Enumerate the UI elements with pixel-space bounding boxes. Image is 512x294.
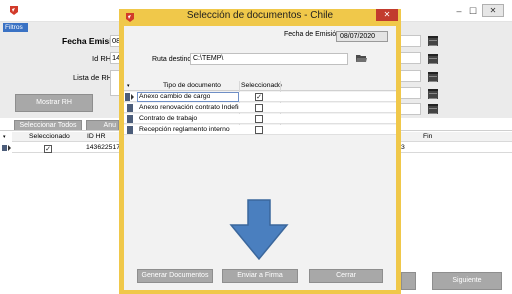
doc-header-seleccionado[interactable]: Seleccionado bbox=[241, 81, 282, 91]
calendar-icon[interactable] bbox=[428, 36, 438, 46]
right-field-5[interactable] bbox=[399, 103, 421, 115]
mostrar-rh-button[interactable]: Mostrar RH bbox=[15, 94, 93, 112]
doc-row-checkbox[interactable] bbox=[255, 126, 263, 134]
siguiente-button[interactable]: Siguiente bbox=[432, 272, 502, 290]
calendar-icon[interactable] bbox=[428, 72, 438, 82]
maximize-button[interactable]: ☐ bbox=[466, 6, 480, 16]
document-icon bbox=[127, 104, 133, 112]
partially-hidden-button[interactable] bbox=[401, 272, 416, 290]
sort-icon: ▾ bbox=[3, 134, 6, 140]
document-icon bbox=[127, 115, 133, 123]
right-field-4[interactable] bbox=[399, 87, 421, 99]
doc-row-checkbox[interactable] bbox=[255, 93, 263, 101]
ruta-destino-label: Ruta destino: bbox=[152, 56, 194, 63]
calendar-icon[interactable] bbox=[428, 89, 438, 99]
grid-header-id-hr[interactable]: ID HR bbox=[87, 132, 106, 142]
app-logo-icon bbox=[10, 6, 18, 15]
minimize-button[interactable]: – bbox=[452, 6, 466, 16]
generar-documentos-button[interactable]: Generar Documentos bbox=[137, 269, 213, 283]
doc-row-label: Recepción reglamento interno bbox=[139, 126, 230, 133]
grid-header-seleccionado[interactable]: Seleccionado bbox=[29, 132, 70, 142]
sort-icon: ▾ bbox=[127, 83, 130, 89]
right-field-2[interactable] bbox=[399, 52, 421, 64]
doc-row-label: Anexo cambio de cargo bbox=[139, 93, 211, 100]
enviar-a-firma-button[interactable]: Enviar a Firma bbox=[222, 269, 298, 283]
doc-row-checkbox[interactable] bbox=[255, 115, 263, 123]
modal-close-button[interactable]: ✕ bbox=[376, 9, 398, 21]
main-close-button[interactable]: ✕ bbox=[482, 4, 504, 17]
calendar-icon[interactable] bbox=[428, 54, 438, 64]
folder-icon[interactable] bbox=[356, 54, 367, 63]
doc-row-label: Contrato de trabajo bbox=[139, 115, 198, 122]
row-select-checkbox[interactable] bbox=[44, 145, 52, 153]
modal-fecha-emision-label: Fecha de Emisión bbox=[284, 31, 341, 38]
doc-row-label: Anexo renovación contrato Indefinido bbox=[139, 104, 239, 111]
right-field-1[interactable] bbox=[399, 35, 421, 47]
right-cell: 3 bbox=[401, 144, 405, 151]
filters-tab[interactable]: Filtros bbox=[3, 23, 28, 32]
down-arrow-icon bbox=[229, 199, 289, 261]
id-hr-cell: 143622517 bbox=[86, 144, 121, 151]
grid-header-fin[interactable]: Fin bbox=[423, 132, 432, 142]
doc-row-checkbox[interactable] bbox=[255, 104, 263, 112]
doc-header-tipo[interactable]: Tipo de documento bbox=[163, 81, 221, 91]
right-field-3[interactable] bbox=[399, 70, 421, 82]
calendar-icon[interactable] bbox=[428, 104, 438, 114]
id-rh-label: Id RH bbox=[92, 54, 112, 63]
row-selector-icon bbox=[2, 145, 11, 151]
document-icon bbox=[127, 126, 133, 134]
cerrar-button[interactable]: Cerrar bbox=[309, 269, 383, 283]
ruta-destino-input[interactable]: C:\TEMP\ bbox=[190, 53, 348, 65]
modal-title: Selección de documentos - Chile bbox=[186, 10, 334, 21]
row-selector-icon bbox=[125, 93, 134, 101]
app-logo-icon bbox=[126, 13, 134, 22]
modal-fecha-emision-field[interactable]: 08/07/2020 bbox=[336, 31, 388, 42]
